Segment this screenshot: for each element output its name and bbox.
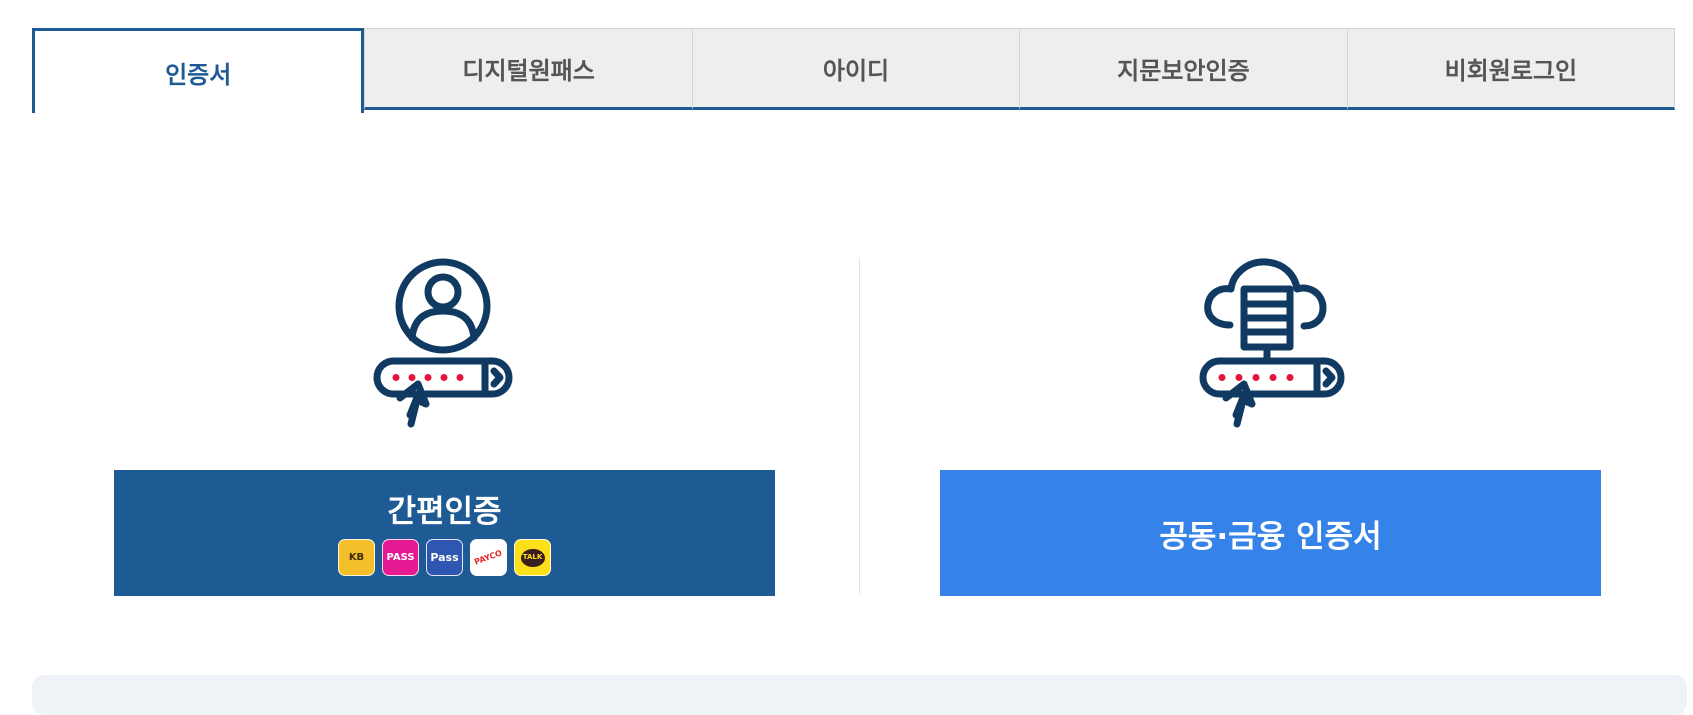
column-divider [859, 258, 860, 595]
user-password-icon [373, 258, 513, 428]
kakaotalk-badge-icon: TALK [514, 539, 551, 576]
simple-auth-label: 간편인증 [387, 494, 502, 530]
samsung-pass-badge-icon: Pass [426, 539, 463, 576]
cloud-server-password-icon [1199, 258, 1345, 428]
tab-digital-onepass[interactable]: 디지털원패스 [364, 28, 692, 110]
info-panel [32, 675, 1687, 715]
tab-certificate[interactable]: 인증서 [32, 28, 365, 113]
pass-badge-icon: PASS [382, 539, 419, 576]
certificate-button-label: 공동·금융 인증서 [1159, 518, 1382, 555]
tab-id[interactable]: 아이디 [691, 28, 1020, 110]
tab-guest-login[interactable]: 비회원로그인 [1346, 28, 1676, 110]
login-method-tabs: 인증서 디지털원패스 아이디 지문보안인증 비회원로그인 [32, 28, 1676, 113]
simple-auth-provider-badges: KB PASS Pass PAYCO TALK [338, 539, 551, 576]
kb-badge-icon: KB [338, 539, 375, 576]
payco-badge-icon: PAYCO [470, 539, 507, 576]
tab-fingerprint[interactable]: 지문보안인증 [1019, 28, 1347, 110]
joint-financial-certificate-button[interactable]: 공동·금융 인증서 [940, 470, 1601, 596]
simple-auth-button[interactable]: 간편인증 KB PASS Pass PAYCO TALK [114, 470, 775, 596]
